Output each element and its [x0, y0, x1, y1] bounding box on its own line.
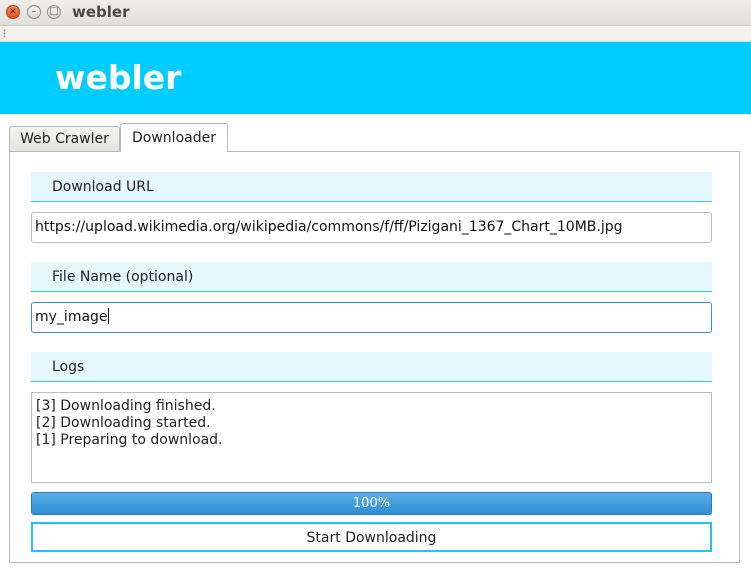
file-name-label: File Name (optional) [31, 262, 712, 292]
window-title: webler [72, 3, 130, 21]
toolbar [0, 26, 751, 42]
logs-textarea[interactable]: [3] Downloading finished. [2] Downloadin… [31, 392, 712, 483]
start-downloading-button[interactable]: Start Downloading [31, 522, 712, 552]
text-caret [107, 308, 109, 324]
log-line: [3] Downloading finished. [36, 398, 216, 414]
tab-downloader[interactable]: Downloader [120, 123, 228, 152]
download-url-input[interactable]: https://upload.wikimedia.org/wikipedia/c… [31, 212, 712, 243]
maximize-icon[interactable]: □ [47, 5, 61, 19]
download-url-label: Download URL [31, 172, 712, 202]
log-line: [1] Preparing to download. [36, 432, 223, 448]
log-line: [2] Downloading started. [36, 415, 211, 431]
tab-web-crawler[interactable]: Web Crawler [9, 126, 120, 152]
toolbar-grip-icon[interactable] [3, 29, 6, 38]
progress-text: 100% [352, 496, 391, 511]
close-icon[interactable]: × [6, 5, 20, 19]
app-title: webler [55, 58, 182, 97]
file-name-value: my_image [35, 309, 108, 325]
logs-label: Logs [31, 352, 712, 382]
title-bar: × – □ webler [0, 0, 751, 26]
download-progress-bar: 100% [31, 492, 712, 515]
file-name-input[interactable]: my_image [31, 302, 712, 333]
minimize-icon[interactable]: – [27, 5, 41, 19]
